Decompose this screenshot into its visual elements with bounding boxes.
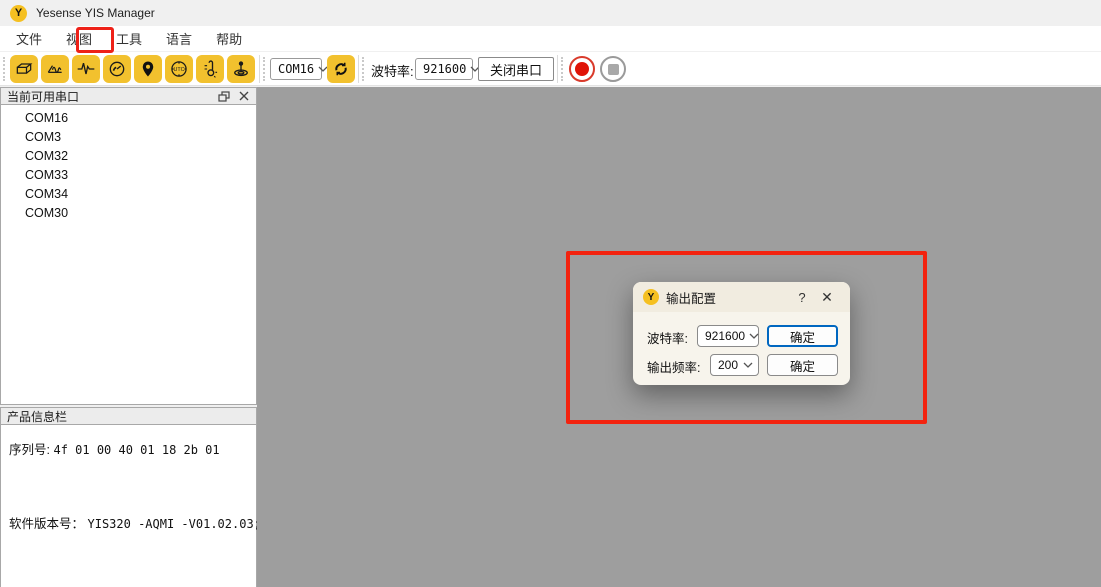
window-title: Yesense YIS Manager — [36, 6, 155, 20]
baud-rate-select[interactable]: 921600 — [415, 58, 473, 80]
record-icon — [575, 62, 589, 76]
list-item-port[interactable]: COM16 — [1, 109, 256, 128]
serial-number-row: 序列号: 4f 01 00 40 01 18 2b 01 — [9, 439, 220, 458]
close-serial-button[interactable]: 关闭串口 — [478, 57, 554, 81]
com-port-select[interactable]: COM16 — [270, 58, 322, 80]
stop-button[interactable] — [600, 56, 626, 82]
chevron-down-icon — [749, 331, 759, 341]
toolbar-grip[interactable] — [263, 57, 265, 81]
dialog-freq-ok-button[interactable]: 确定 — [767, 354, 838, 376]
toolbar-separator — [358, 55, 359, 83]
dialog-baud-label: 波特率: — [647, 328, 688, 347]
serial-panel-header: 当前可用串口 — [0, 87, 257, 105]
dialog-baud-value: 921600 — [705, 329, 745, 343]
cube-3d-icon[interactable] — [10, 55, 38, 83]
toolbar: UTC COM16 — [0, 52, 1101, 86]
serial-number-value: 4f 01 00 40 01 18 2b 01 — [53, 443, 219, 457]
dialog-help-button[interactable]: ? — [790, 290, 814, 305]
float-panel-icon[interactable] — [216, 89, 232, 103]
dialog-baud-select[interactable]: 921600 — [697, 325, 759, 347]
baud-rate-value: 921600 — [423, 62, 466, 76]
list-item-port[interactable]: COM34 — [1, 185, 256, 204]
com-port-value: COM16 — [278, 62, 314, 76]
dialog-freq-label: 输出频率: — [647, 357, 700, 376]
menu-file[interactable]: 文件 — [4, 25, 54, 52]
list-item-port[interactable]: COM32 — [1, 147, 256, 166]
product-info-title: 产品信息栏 — [7, 408, 67, 425]
menu-language[interactable]: 语言 — [154, 25, 204, 52]
svg-text:UTC: UTC — [173, 67, 184, 73]
close-panel-icon[interactable] — [236, 89, 252, 103]
product-info-area: 序列号: 4f 01 00 40 01 18 2b 01 软件版本号： YIS3… — [0, 425, 257, 587]
app-window: Y Yesense YIS Manager 文件 视图 工具 语言 帮助 — [0, 0, 1101, 587]
menu-tools[interactable]: 工具 — [104, 25, 154, 52]
toolbar-separator — [557, 55, 558, 83]
refresh-arrows-icon — [331, 59, 351, 79]
baud-rate-label: 波特率: — [371, 61, 414, 80]
toolbar-grip[interactable] — [362, 57, 364, 81]
toolbar-grip[interactable] — [561, 57, 563, 81]
app-logo-icon: Y — [10, 5, 27, 22]
gauge-icon[interactable] — [103, 55, 131, 83]
firmware-version-row: 软件版本号： YIS320 -AQMI -V01.02.03; — [9, 513, 261, 532]
toolbar-separator — [259, 55, 260, 83]
record-button[interactable] — [569, 56, 595, 82]
utc-clock-icon[interactable]: UTC — [165, 55, 193, 83]
chevron-down-icon — [743, 360, 753, 370]
pulse-waveform-icon[interactable] — [72, 55, 100, 83]
waveform-angle-icon[interactable] — [41, 55, 69, 83]
product-info-header: 产品信息栏 — [0, 407, 257, 425]
refresh-ports-button[interactable] — [327, 55, 355, 83]
dialog-freq-select[interactable]: 200 — [710, 354, 759, 376]
left-dock-panel: 当前可用串口 COM16 COM3 COM32 COM33 COM34 COM3… — [0, 87, 257, 587]
output-config-dialog: Y 输出配置 ? ✕ 波特率: 921600 确定 输出频率: 200 确定 — [633, 282, 850, 385]
dialog-logo-icon: Y — [643, 289, 659, 305]
firmware-version-value: YIS320 -AQMI -V01.02.03; — [88, 517, 261, 531]
gyro-joystick-icon[interactable] — [227, 55, 255, 83]
dialog-close-button[interactable]: ✕ — [814, 289, 840, 306]
menu-help[interactable]: 帮助 — [204, 25, 254, 52]
serial-number-label: 序列号: — [9, 443, 50, 457]
menu-view[interactable]: 视图 — [54, 25, 104, 52]
dialog-title: 输出配置 — [666, 288, 790, 307]
list-item-port[interactable]: COM30 — [1, 204, 256, 223]
dialog-title-bar: Y 输出配置 ? ✕ — [633, 282, 850, 312]
stop-icon — [608, 64, 619, 75]
dialog-baud-ok-button[interactable]: 确定 — [767, 325, 838, 347]
thermometer-icon[interactable] — [196, 55, 224, 83]
location-pin-icon[interactable] — [134, 55, 162, 83]
list-item-port[interactable]: COM3 — [1, 128, 256, 147]
dialog-freq-value: 200 — [718, 358, 738, 372]
firmware-version-label: 软件版本号： — [9, 517, 84, 531]
list-item-port[interactable]: COM33 — [1, 166, 256, 185]
menu-bar: 文件 视图 工具 语言 帮助 — [0, 26, 1101, 52]
toolbar-grip[interactable] — [3, 57, 5, 81]
title-bar: Y Yesense YIS Manager — [0, 0, 1101, 26]
serial-panel-title: 当前可用串口 — [7, 88, 79, 105]
serial-port-list: COM16 COM3 COM32 COM33 COM34 COM30 — [0, 105, 257, 405]
